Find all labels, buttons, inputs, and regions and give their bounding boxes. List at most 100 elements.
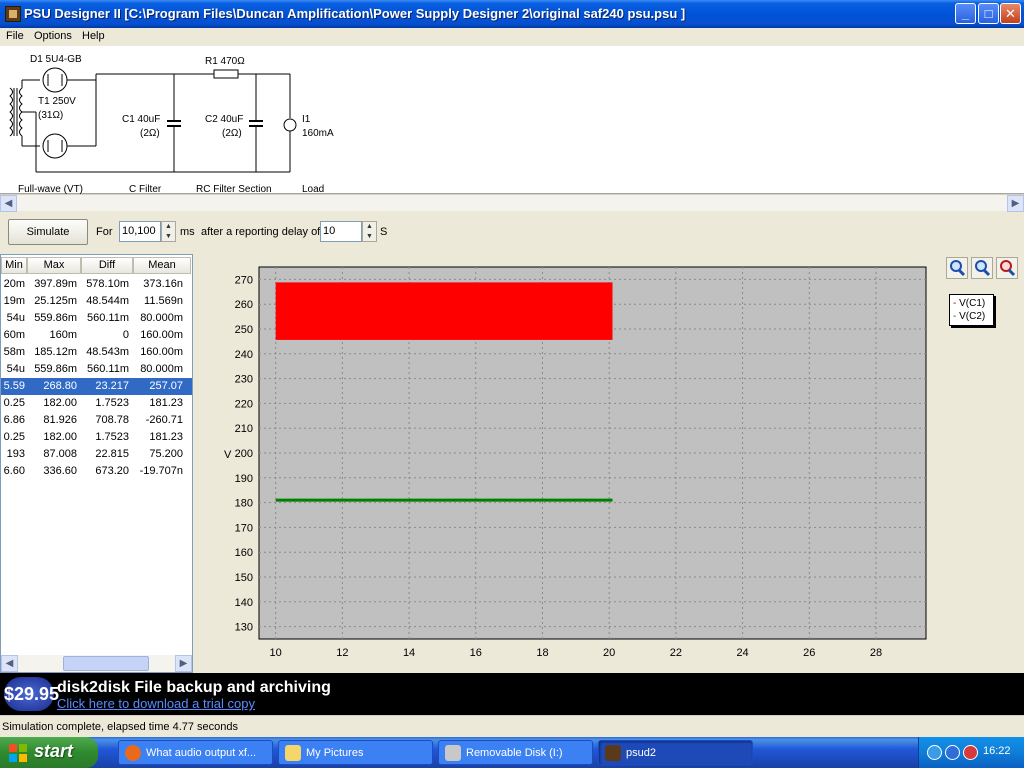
table-row[interactable]: 60m 160m 0 160.00m — [1, 327, 192, 344]
x-tick-label: 28 — [870, 647, 882, 659]
system-tray: 16:22 — [918, 737, 1024, 768]
table-cell: 160.00m — [140, 346, 183, 358]
graph-panel[interactable]: 130 140 150 160 170 180 190 200 210 220 230 240 250 2… — [194, 254, 1024, 673]
table-cell: 708.78 — [95, 414, 129, 426]
y-tick-label: 230 — [235, 374, 253, 386]
table-cell: 1.7523 — [95, 431, 129, 443]
task-removable-disk[interactable]: Removable Disk (I:) — [438, 740, 593, 765]
table-row[interactable]: 58m 185.12m 48.543m 160.00m — [1, 344, 192, 361]
zoom-in-icon[interactable] — [946, 257, 968, 279]
table-cell: 5.59 — [3, 380, 25, 392]
table-row[interactable]: 6.86 81.926 708.78 -260.71 — [1, 412, 192, 429]
table-cell: 0.25 — [3, 397, 25, 409]
table-row[interactable]: 5.59 268.80 23.217 257.07 — [1, 378, 192, 395]
scroll-thumb[interactable] — [63, 656, 149, 671]
menu-file[interactable]: File — [6, 30, 24, 42]
results-table[interactable]: Min Max Diff Mean 20m 397.89m 578.10m 373.1… — [0, 254, 193, 673]
zoom-out-icon[interactable] — [971, 257, 993, 279]
table-cell: 182.00 — [43, 431, 77, 443]
scroll-left-icon[interactable]: ◀ — [1, 655, 18, 672]
task-my-pictures[interactable]: My Pictures — [278, 740, 433, 765]
table-cell: 559.86m — [34, 312, 77, 324]
col-max[interactable]: Max — [27, 257, 81, 274]
x-tick-label: 24 — [736, 647, 748, 659]
table-row[interactable]: 54u 559.86m 560.11m 80.000m — [1, 361, 192, 378]
circuit-schematic[interactable]: D1 5U4-GB R1 470Ω T1 250V (31Ω) C1 40uF … — [0, 46, 1024, 195]
table-row[interactable]: 19m 25.125m 48.544m 11.569n — [1, 293, 192, 310]
table-cell: 336.60 — [43, 465, 77, 477]
menu-help[interactable]: Help — [82, 30, 105, 42]
task-label: psud2 — [626, 747, 656, 759]
scroll-right-icon[interactable]: ▶ — [1007, 195, 1024, 212]
spin-up-icon[interactable]: ▲ — [363, 222, 376, 232]
zoom-reset-icon[interactable] — [996, 257, 1018, 279]
table-cell: 268.80 — [43, 380, 77, 392]
table-row[interactable]: 0.25 182.00 1.7523 181.23 — [1, 429, 192, 446]
table-cell: 1.7523 — [95, 397, 129, 409]
col-diff[interactable]: Diff — [81, 257, 133, 274]
x-tick-label: 26 — [803, 647, 815, 659]
table-cell: 20m — [3, 278, 25, 290]
x-tick-label: 16 — [470, 647, 482, 659]
table-row[interactable]: 20m 397.89m 578.10m 373.16n — [1, 276, 192, 293]
table-cell: 181.23 — [149, 397, 183, 409]
table-cell: 80.000m — [140, 363, 183, 375]
y-tick-label: 240 — [235, 349, 253, 361]
simulate-button[interactable]: Simulate — [8, 219, 88, 245]
table-cell: 11.569n — [144, 295, 183, 307]
table-row[interactable]: 0.25 182.00 1.7523 181.23 — [1, 395, 192, 412]
close-button[interactable]: ✕ — [1000, 3, 1021, 24]
duration-spinner[interactable]: ▲ ▼ — [161, 221, 176, 242]
menu-options[interactable]: Options — [34, 30, 72, 42]
y-tick-label: 220 — [235, 398, 253, 410]
scroll-left-icon[interactable]: ◀ — [0, 195, 17, 212]
bluetooth-icon[interactable] — [945, 745, 960, 760]
table-cell: 60m — [3, 329, 25, 341]
y-tick-label: 210 — [235, 423, 253, 435]
firefox-icon — [125, 745, 141, 761]
col-mean[interactable]: Mean — [133, 257, 191, 274]
label-i1: I1 — [302, 114, 311, 125]
title-bar[interactable]: PSU Designer II [C:\Program Files\Duncan… — [0, 0, 1024, 28]
spin-up-icon[interactable]: ▲ — [162, 222, 175, 232]
y-axis-label: V — [224, 449, 232, 461]
minimize-button[interactable]: _ — [955, 3, 976, 24]
task-psud2[interactable]: psud2 — [598, 740, 753, 765]
voltage-chart[interactable]: 130 140 150 160 170 180 190 200 210 220 230 240 250 2… — [194, 254, 1024, 673]
duration-input[interactable]: 10,100 — [119, 221, 161, 242]
spin-down-icon[interactable]: ▼ — [162, 232, 175, 242]
network-icon[interactable] — [927, 745, 942, 760]
table-cell: 559.86m — [34, 363, 77, 375]
security-icon[interactable] — [963, 745, 978, 760]
x-tick-label: 12 — [336, 647, 348, 659]
schematic-horizontal-scrollbar[interactable]: ◀ ▶ — [0, 194, 1024, 212]
drive-icon — [445, 745, 461, 761]
spin-down-icon[interactable]: ▼ — [363, 232, 376, 242]
table-cell: 160m — [49, 329, 77, 341]
table-row[interactable]: 6.60 336.60 673.20 -19.707n — [1, 463, 192, 480]
col-min[interactable]: Min — [1, 257, 27, 274]
label-c2-resistance: (2Ω) — [222, 128, 242, 139]
ad-banner[interactable]: $29.95 disk2disk File backup and archivi… — [0, 673, 1024, 715]
maximize-button[interactable]: □ — [978, 3, 999, 24]
table-cell: 48.543m — [86, 346, 129, 358]
start-button[interactable]: start — [0, 737, 98, 768]
table-row[interactable]: 54u 559.86m 560.11m 80.000m — [1, 310, 192, 327]
folder-icon — [285, 745, 301, 761]
download-trial-link[interactable]: Click here to download a trial copy — [57, 696, 255, 711]
series-vc1-band — [275, 282, 613, 340]
table-horizontal-scrollbar[interactable]: ◀ ▶ — [1, 655, 192, 672]
x-tick-label: 10 — [270, 647, 282, 659]
table-row[interactable]: 193 87.008 22.815 75.200 — [1, 446, 192, 463]
status-bar: Simulation complete, elapsed time 4.77 s… — [0, 715, 1024, 737]
y-tick-label: 130 — [235, 622, 253, 634]
reporting-delay-input[interactable]: 10 — [320, 221, 362, 242]
task-firefox[interactable]: What audio output xf... — [118, 740, 273, 765]
resistor-r1 — [213, 69, 239, 79]
scroll-right-icon[interactable]: ▶ — [175, 655, 192, 672]
delay-spinner[interactable]: ▲ ▼ — [362, 221, 377, 242]
legend-item-vc1: - V(C1) — [953, 298, 986, 309]
taskbar: start What audio output xf... My Picture… — [0, 737, 1024, 768]
menu-bar: File Options Help — [0, 28, 1024, 46]
table-cell: 193 — [6, 448, 25, 460]
